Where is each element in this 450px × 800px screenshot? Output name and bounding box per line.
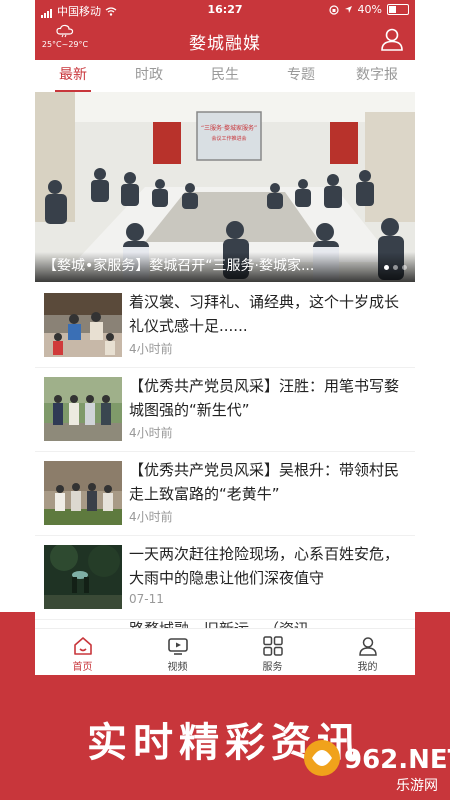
carousel-indicator [384, 265, 407, 270]
news-item[interactable]: 【优秀共产党员风采】吴根升：带领村民走上致富路的“老黄牛” 4小时前 [35, 452, 415, 536]
screen-title: “三服务·婺城家服务” [201, 124, 257, 132]
news-item[interactable]: 【优秀共产党员风采】汪胜：用笔书写婺城图强的“新生代” 4小时前 [35, 368, 415, 452]
nav-home[interactable]: 首页 [35, 629, 130, 675]
tab-politics[interactable]: 时政 [111, 60, 187, 92]
grid-icon [262, 636, 283, 656]
phone-screen: 中国移动 16:27 40% 25°C~29°C 婺城融媒 最新 时政 民生 专… [35, 0, 415, 675]
tab-latest[interactable]: 最新 [35, 60, 111, 92]
watermark-sub: 乐游网 [396, 778, 438, 794]
tab-livelihood[interactable]: 民生 [187, 60, 263, 92]
battery-percent: 40% [357, 3, 382, 16]
news-title: 【优秀共产党员风采】吴根升：带领村民走上致富路的“老黄牛” [129, 461, 400, 503]
carousel-dot[interactable] [384, 265, 389, 270]
news-item[interactable]: 一天两次赶往抢险现场，心系百姓安危，大雨中的隐患让他们深夜值守 07-11 [35, 536, 415, 620]
status-bar: 中国移动 16:27 40% [35, 0, 415, 20]
news-thumbnail [44, 461, 122, 525]
carousel-dot[interactable] [393, 265, 398, 270]
nav-services[interactable]: 服务 [225, 629, 320, 675]
nav-video[interactable]: 视频 [130, 629, 225, 675]
tab-digital-paper[interactable]: 数字报 [339, 60, 415, 92]
news-time: 4小时前 [129, 510, 173, 524]
nav-mine[interactable]: 我的 [320, 629, 415, 675]
battery-icon [387, 4, 409, 15]
news-list: 着汉裳、习拜礼、诵经典，这个十岁成长礼仪式感十足...... 4小时前 【优秀共… [35, 284, 415, 620]
home-icon [73, 637, 92, 655]
banner-caption: 【婺城•家服务】婺城召开“三服务·婺城家... [43, 258, 315, 274]
nav-video-label: 视频 [167, 662, 188, 673]
site-watermark: 962.NET 乐游网 [304, 740, 450, 794]
orientation-lock-icon [328, 4, 339, 15]
news-time: 07-11 [129, 592, 164, 606]
app-header: 25°C~29°C 婺城融媒 [35, 20, 415, 60]
news-thumbnail [44, 545, 122, 609]
headline-banner[interactable]: “三服务·婺城家服务” 会议工作推进会 【婺城•家服务】婺城召开“三服务·婺城家… [35, 92, 415, 282]
news-thumbnail [44, 293, 122, 357]
carousel-dot[interactable] [402, 265, 407, 270]
bottom-nav: 首页 视频 服务 我的 [35, 628, 415, 675]
news-time: 4小时前 [129, 426, 173, 440]
nav-services-label: 服务 [262, 662, 283, 673]
location-icon [344, 6, 352, 13]
user-icon [358, 637, 377, 656]
nav-home-label: 首页 [72, 662, 93, 673]
news-item[interactable]: 着汉裳、习拜礼、诵经典，这个十岁成长礼仪式感十足...... 4小时前 [35, 284, 415, 368]
tab-topics[interactable]: 专题 [263, 60, 339, 92]
user-profile-icon[interactable] [379, 26, 405, 52]
news-title: 【优秀共产党员风采】汪胜：用笔书写婺城图强的“新生代” [129, 377, 400, 419]
nav-mine-label: 我的 [357, 662, 378, 673]
news-time: 4小时前 [129, 342, 173, 356]
watermark-brand: 962.NET [344, 745, 450, 775]
screen-subtitle: 会议工作推进会 [211, 135, 246, 142]
news-title: 着汉裳、习拜礼、诵经典，这个十岁成长礼仪式感十足...... [129, 293, 400, 335]
news-thumbnail [44, 377, 122, 441]
tv-icon [167, 638, 188, 655]
category-tabs: 最新 时政 民生 专题 数字报 [35, 60, 415, 93]
app-title: 婺城融媒 [189, 34, 261, 54]
news-title: 一天两次赶往抢险现场，心系百姓安危，大雨中的隐患让他们深夜值守 [129, 545, 400, 587]
